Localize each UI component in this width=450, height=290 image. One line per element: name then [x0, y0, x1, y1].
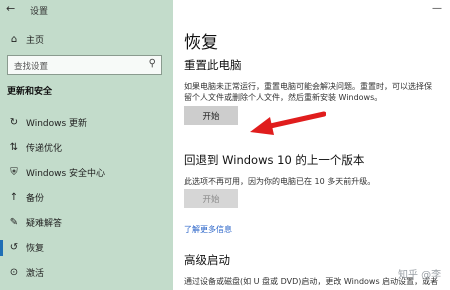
refresh-icon: ↻: [9, 116, 19, 128]
shield-icon: ⛨: [10, 166, 18, 178]
home-icon: ⌂: [10, 33, 18, 45]
sidebar-item-label: 备份: [26, 194, 45, 204]
learn-more-link[interactable]: 了解更多信息: [184, 224, 232, 235]
reset-description: 如果电脑未正常运行，重置电脑可能会解决问题。重置时，可以选择保留个人文件或删除个…: [184, 82, 432, 102]
search-input[interactable]: 查找设置 ⚲: [7, 55, 162, 75]
search-icon[interactable]: ⚲: [149, 58, 156, 69]
window-title: 设置: [30, 7, 49, 17]
rollback-heading: 回退到 Windows 10 的上一个版本: [184, 153, 365, 167]
search-placeholder: 查找设置: [14, 62, 49, 72]
backup-icon: ↑: [9, 191, 19, 203]
sidebar-item-backup[interactable]: ↑ 备份: [0, 187, 173, 209]
rollback-start-button[interactable]: 开始: [184, 189, 238, 208]
reset-heading: 重置此电脑: [184, 58, 242, 72]
sidebar-item-home[interactable]: ⌂ 主页: [0, 29, 173, 51]
sidebar-item-delivery-optimization[interactable]: ⇅ 传递优化: [0, 137, 173, 159]
sidebar-item-label: 激活: [26, 269, 45, 279]
sidebar-item-windows-security[interactable]: ⛨ Windows 安全中心: [0, 162, 173, 184]
sidebar-item-label: Windows 安全中心: [26, 169, 106, 179]
sidebar-section-header: 更新和安全: [7, 87, 53, 97]
title-bar: ← 设置 —: [0, 0, 450, 22]
red-arrow-annotation: [250, 111, 326, 135]
sidebar-item-label: 主页: [26, 36, 45, 46]
recovery-icon: ↺: [9, 241, 19, 253]
sidebar-item-windows-update[interactable]: ↻ Windows 更新: [0, 112, 173, 134]
wrench-icon: ✎: [9, 216, 19, 228]
back-arrow-icon[interactable]: ←: [6, 2, 15, 15]
watermark: 知乎 @李: [398, 270, 442, 281]
sidebar-item-activation[interactable]: ⊙ 激活: [0, 262, 173, 284]
minimize-button[interactable]: —: [432, 3, 442, 14]
activation-icon: ⊙: [9, 266, 19, 278]
delivery-icon: ⇅: [9, 141, 19, 153]
sidebar-item-label: 疑难解答: [26, 219, 63, 229]
rollback-description: 此选项不再可用，因为你的电脑已在 10 多天前升级。: [184, 177, 376, 186]
reset-start-button[interactable]: 开始: [184, 106, 238, 125]
advanced-startup-heading: 高级启动: [184, 253, 230, 267]
page-title: 恢复: [184, 33, 218, 53]
sidebar-item-recovery[interactable]: ↺ 恢复: [0, 237, 173, 259]
sidebar-item-label: Windows 更新: [26, 119, 88, 129]
sidebar-item-label: 传递优化: [26, 144, 63, 154]
sidebar-item-label: 恢复: [26, 244, 45, 254]
sidebar-item-troubleshoot[interactable]: ✎ 疑难解答: [0, 212, 173, 234]
